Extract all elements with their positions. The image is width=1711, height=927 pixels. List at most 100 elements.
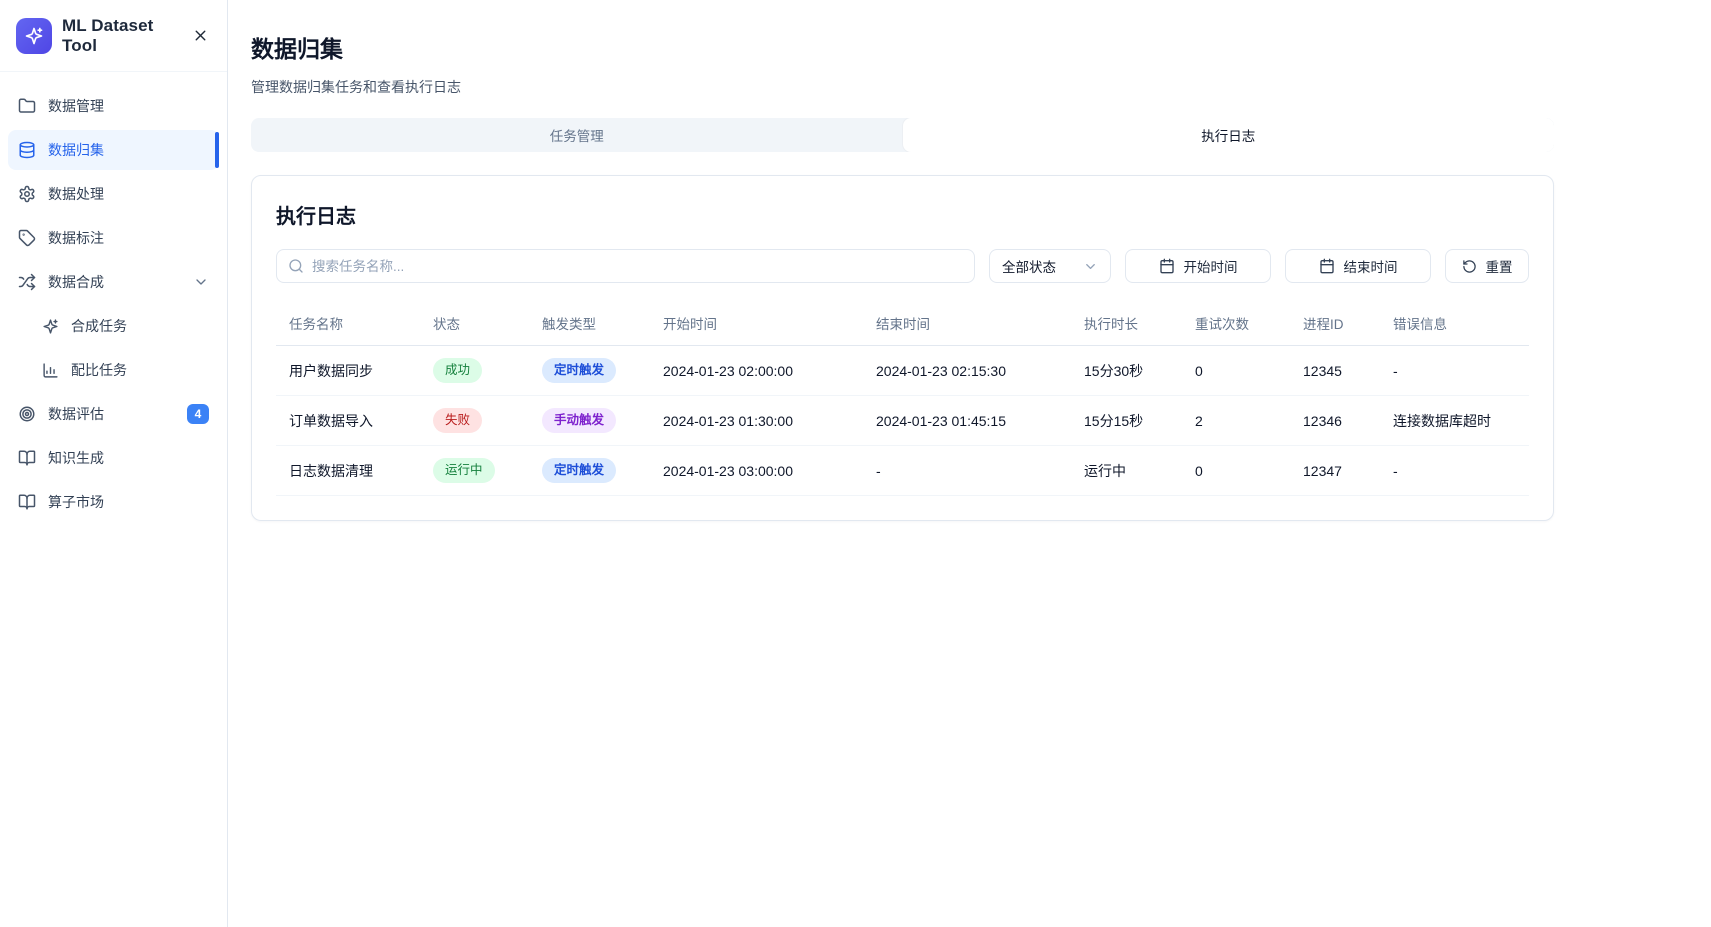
col-retries: 重试次数 <box>1182 301 1290 346</box>
cell-duration: 15分15秒 <box>1071 396 1182 446</box>
cell-task-name: 订单数据导入 <box>276 396 420 446</box>
start-time-button[interactable]: 开始时间 <box>1125 249 1271 283</box>
cell-error: - <box>1380 346 1529 396</box>
cell-end-time: 2024-01-23 02:15:30 <box>863 346 1071 396</box>
cell-error: - <box>1380 446 1529 496</box>
target-icon <box>18 405 36 423</box>
cell-end-time: 2024-01-23 01:45:15 <box>863 396 1071 446</box>
book-icon <box>18 449 36 467</box>
app-title: ML Dataset Tool <box>62 16 180 56</box>
sidebar-item-data-labeling[interactable]: 数据标注 <box>8 218 219 258</box>
folder-icon <box>18 97 36 115</box>
cell-task-name: 日志数据清理 <box>276 446 420 496</box>
cell-start-time: 2024-01-23 01:30:00 <box>650 396 863 446</box>
sparkles-icon <box>42 318 59 335</box>
status-badge: 成功 <box>433 358 482 382</box>
sidebar-item-label: 数据管理 <box>48 96 209 116</box>
status-badge: 失败 <box>433 408 482 432</box>
cell-end-time: - <box>863 446 1071 496</box>
page-title: 数据归集 <box>251 30 1554 64</box>
tabbar: 任务管理 执行日志 <box>251 118 1554 152</box>
cell-retries: 0 <box>1182 346 1290 396</box>
col-trigger-type: 触发类型 <box>529 301 650 346</box>
table-header-row: 任务名称 状态 触发类型 开始时间 结束时间 执行时长 重试次数 进程ID 错误… <box>276 301 1529 346</box>
calendar-icon <box>1159 258 1175 274</box>
main-content: 数据归集 管理数据归集任务和查看执行日志 任务管理 执行日志 执行日志 全部状态 <box>228 0 1711 927</box>
chevron-down-icon <box>193 274 209 290</box>
close-sidebar-button[interactable] <box>190 25 211 46</box>
search-icon <box>288 258 304 274</box>
cell-error: 连接数据库超时 <box>1380 396 1529 446</box>
sidebar-item-label: 数据处理 <box>48 184 209 204</box>
book-icon <box>18 493 36 511</box>
bar-chart-icon <box>42 362 59 379</box>
sidebar-item-label: 数据合成 <box>48 272 181 292</box>
sidebar-item-knowledge-generation[interactable]: 知识生成 <box>8 438 219 478</box>
reset-icon <box>1462 259 1477 274</box>
database-icon <box>18 141 36 159</box>
status-badge: 运行中 <box>433 458 495 482</box>
trigger-badge: 定时触发 <box>542 358 616 382</box>
cell-pid: 12347 <box>1290 446 1380 496</box>
cell-pid: 12345 <box>1290 346 1380 396</box>
cell-duration: 运行中 <box>1071 446 1182 496</box>
col-pid: 进程ID <box>1290 301 1380 346</box>
sidebar-item-data-synthesis[interactable]: 数据合成 <box>8 262 219 302</box>
panel-title: 执行日志 <box>276 200 1529 229</box>
sidebar-item-data-processing[interactable]: 数据处理 <box>8 174 219 214</box>
status-filter-select[interactable]: 全部状态 <box>989 249 1111 283</box>
reset-label: 重置 <box>1486 256 1513 276</box>
app-logo <box>16 18 52 54</box>
sidebar-item-data-evaluation[interactable]: 数据评估 4 <box>8 394 219 434</box>
sidebar-item-operator-market[interactable]: 算子市场 <box>8 482 219 522</box>
status-filter-value: 全部状态 <box>1002 256 1056 276</box>
search-box <box>276 249 975 283</box>
cell-retries: 2 <box>1182 396 1290 446</box>
tab-task-management[interactable]: 任务管理 <box>251 118 903 152</box>
execution-logs-panel: 执行日志 全部状态 开始时间 <box>251 175 1554 521</box>
sidebar-nav: 数据管理 数据归集 数据处理 数据标注 数据合成 合成任务 <box>0 72 227 536</box>
cell-retries: 0 <box>1182 446 1290 496</box>
cell-pid: 12346 <box>1290 396 1380 446</box>
sidebar-item-label: 数据标注 <box>48 228 209 248</box>
execution-log-table: 任务名称 状态 触发类型 开始时间 结束时间 执行时长 重试次数 进程ID 错误… <box>276 301 1529 496</box>
cell-duration: 15分30秒 <box>1071 346 1182 396</box>
end-time-button[interactable]: 结束时间 <box>1285 249 1431 283</box>
sidebar-item-label: 知识生成 <box>48 448 209 468</box>
sidebar: ML Dataset Tool 数据管理 数据归集 数据处理 数据标注 <box>0 0 228 927</box>
evaluation-count-badge: 4 <box>187 404 209 424</box>
sidebar-item-label: 数据评估 <box>48 404 175 424</box>
trigger-badge: 定时触发 <box>542 458 616 482</box>
filter-row: 全部状态 开始时间 结束时间 重置 <box>276 249 1529 283</box>
table-row: 用户数据同步 成功 定时触发 2024-01-23 02:00:00 2024-… <box>276 346 1529 396</box>
col-error: 错误信息 <box>1380 301 1529 346</box>
close-icon <box>192 27 209 44</box>
cell-task-name: 用户数据同步 <box>276 346 420 396</box>
page-subtitle: 管理数据归集任务和查看执行日志 <box>251 77 1554 97</box>
table-row: 日志数据清理 运行中 定时触发 2024-01-23 03:00:00 - 运行… <box>276 446 1529 496</box>
cell-start-time: 2024-01-23 02:00:00 <box>650 346 863 396</box>
tab-execution-logs[interactable]: 执行日志 <box>903 118 1555 152</box>
col-duration: 执行时长 <box>1071 301 1182 346</box>
sidebar-item-label: 算子市场 <box>48 492 209 512</box>
table-row: 订单数据导入 失败 手动触发 2024-01-23 01:30:00 2024-… <box>276 396 1529 446</box>
sparkles-icon <box>24 26 44 46</box>
sidebar-item-label: 合成任务 <box>71 316 209 336</box>
cell-start-time: 2024-01-23 03:00:00 <box>650 446 863 496</box>
search-input[interactable] <box>312 259 963 274</box>
start-time-label: 开始时间 <box>1184 256 1238 276</box>
sidebar-item-label: 配比任务 <box>71 360 209 380</box>
gear-icon <box>18 185 36 203</box>
col-end-time: 结束时间 <box>863 301 1071 346</box>
sidebar-item-data-management[interactable]: 数据管理 <box>8 86 219 126</box>
col-status: 状态 <box>420 301 529 346</box>
shuffle-icon <box>18 273 36 291</box>
sidebar-item-synthesis-tasks[interactable]: 合成任务 <box>8 306 219 346</box>
sidebar-item-data-collection[interactable]: 数据归集 <box>8 130 219 170</box>
sidebar-item-ratio-tasks[interactable]: 配比任务 <box>8 350 219 390</box>
end-time-label: 结束时间 <box>1344 256 1398 276</box>
reset-button[interactable]: 重置 <box>1445 249 1529 283</box>
sidebar-header: ML Dataset Tool <box>0 0 227 72</box>
sidebar-item-label: 数据归集 <box>48 140 209 160</box>
col-start-time: 开始时间 <box>650 301 863 346</box>
